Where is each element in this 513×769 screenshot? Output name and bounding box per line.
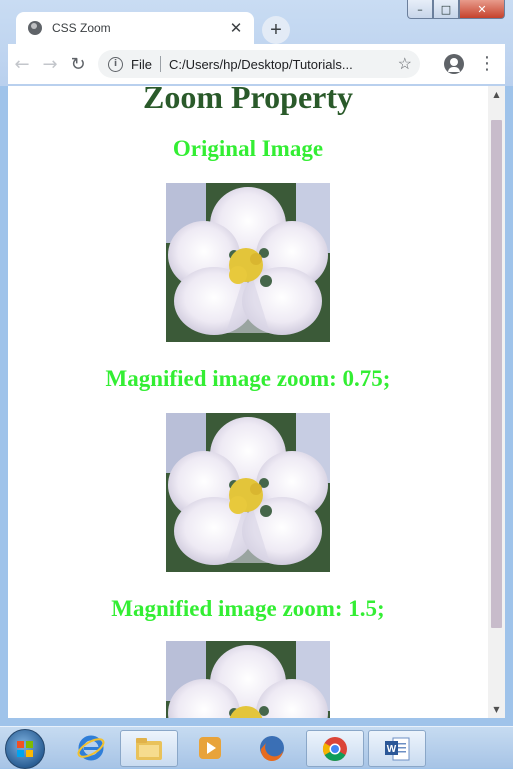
tab-title: CSS Zoom [52, 21, 111, 35]
word-icon[interactable]: W [368, 730, 426, 767]
section-heading-zoom-075: Magnified image zoom: 0.75; [105, 366, 391, 391]
chrome-icon[interactable] [306, 730, 364, 767]
windows-logo-icon [17, 741, 33, 757]
maximize-button[interactable]: □ [433, 0, 459, 19]
browser-tab[interactable]: CSS Zoom ✕ [16, 12, 254, 44]
browser-window-titlebar: – □ ✕ CSS Zoom ✕ + ← → ↻ i File C:/Users… [0, 0, 513, 86]
reload-icon[interactable]: ↻ [64, 50, 92, 78]
back-arrow-icon[interactable]: ← [8, 50, 36, 78]
media-player-icon[interactable] [182, 730, 238, 765]
browser-toolbar: ← → ↻ i File C:/Users/hp/Desktop/Tutoria… [8, 44, 505, 84]
close-tab-icon[interactable]: ✕ [226, 19, 246, 37]
scrollbar-thumb[interactable] [491, 120, 502, 628]
scroll-down-arrow-icon[interactable]: ▼ [488, 701, 505, 718]
scheme-label: File [131, 56, 152, 72]
menu-icon[interactable]: ⋮ [478, 55, 496, 73]
internet-explorer-icon[interactable] [63, 730, 119, 765]
address-separator [159, 56, 161, 72]
svg-text:W: W [387, 744, 397, 755]
flower-image-zoom-075 [166, 413, 330, 572]
flower-image-original [166, 183, 330, 342]
close-window-button[interactable]: ✕ [459, 0, 505, 19]
page-viewport: Zoom Property Original Image Magnified i… [8, 86, 488, 718]
windows-taskbar: W [0, 726, 513, 769]
window-controls: – □ ✕ [407, 0, 505, 20]
minimize-button[interactable]: – [407, 0, 433, 19]
scroll-up-arrow-icon[interactable]: ▲ [488, 86, 505, 103]
start-button[interactable] [5, 729, 45, 769]
file-explorer-icon[interactable] [120, 730, 178, 767]
profile-icon[interactable] [444, 54, 464, 74]
page-title: Zoom Property [142, 86, 354, 115]
vertical-scrollbar[interactable]: ▲ ▼ [488, 86, 505, 718]
bookmark-star-icon[interactable]: ☆ [398, 54, 412, 74]
address-bar[interactable]: i File C:/Users/hp/Desktop/Tutorials... … [98, 50, 420, 78]
info-icon[interactable]: i [108, 56, 123, 72]
new-tab-button[interactable]: + [262, 16, 290, 44]
forward-arrow-icon[interactable]: → [36, 50, 64, 78]
section-heading-original: Original Image [172, 136, 324, 161]
globe-icon [28, 21, 42, 35]
section-heading-zoom-15: Magnified image zoom: 1.5; [111, 596, 385, 621]
firefox-icon[interactable] [244, 730, 300, 765]
url-text[interactable]: C:/Users/hp/Desktop/Tutorials... [169, 57, 353, 72]
flower-image-zoom-15 [166, 641, 330, 718]
